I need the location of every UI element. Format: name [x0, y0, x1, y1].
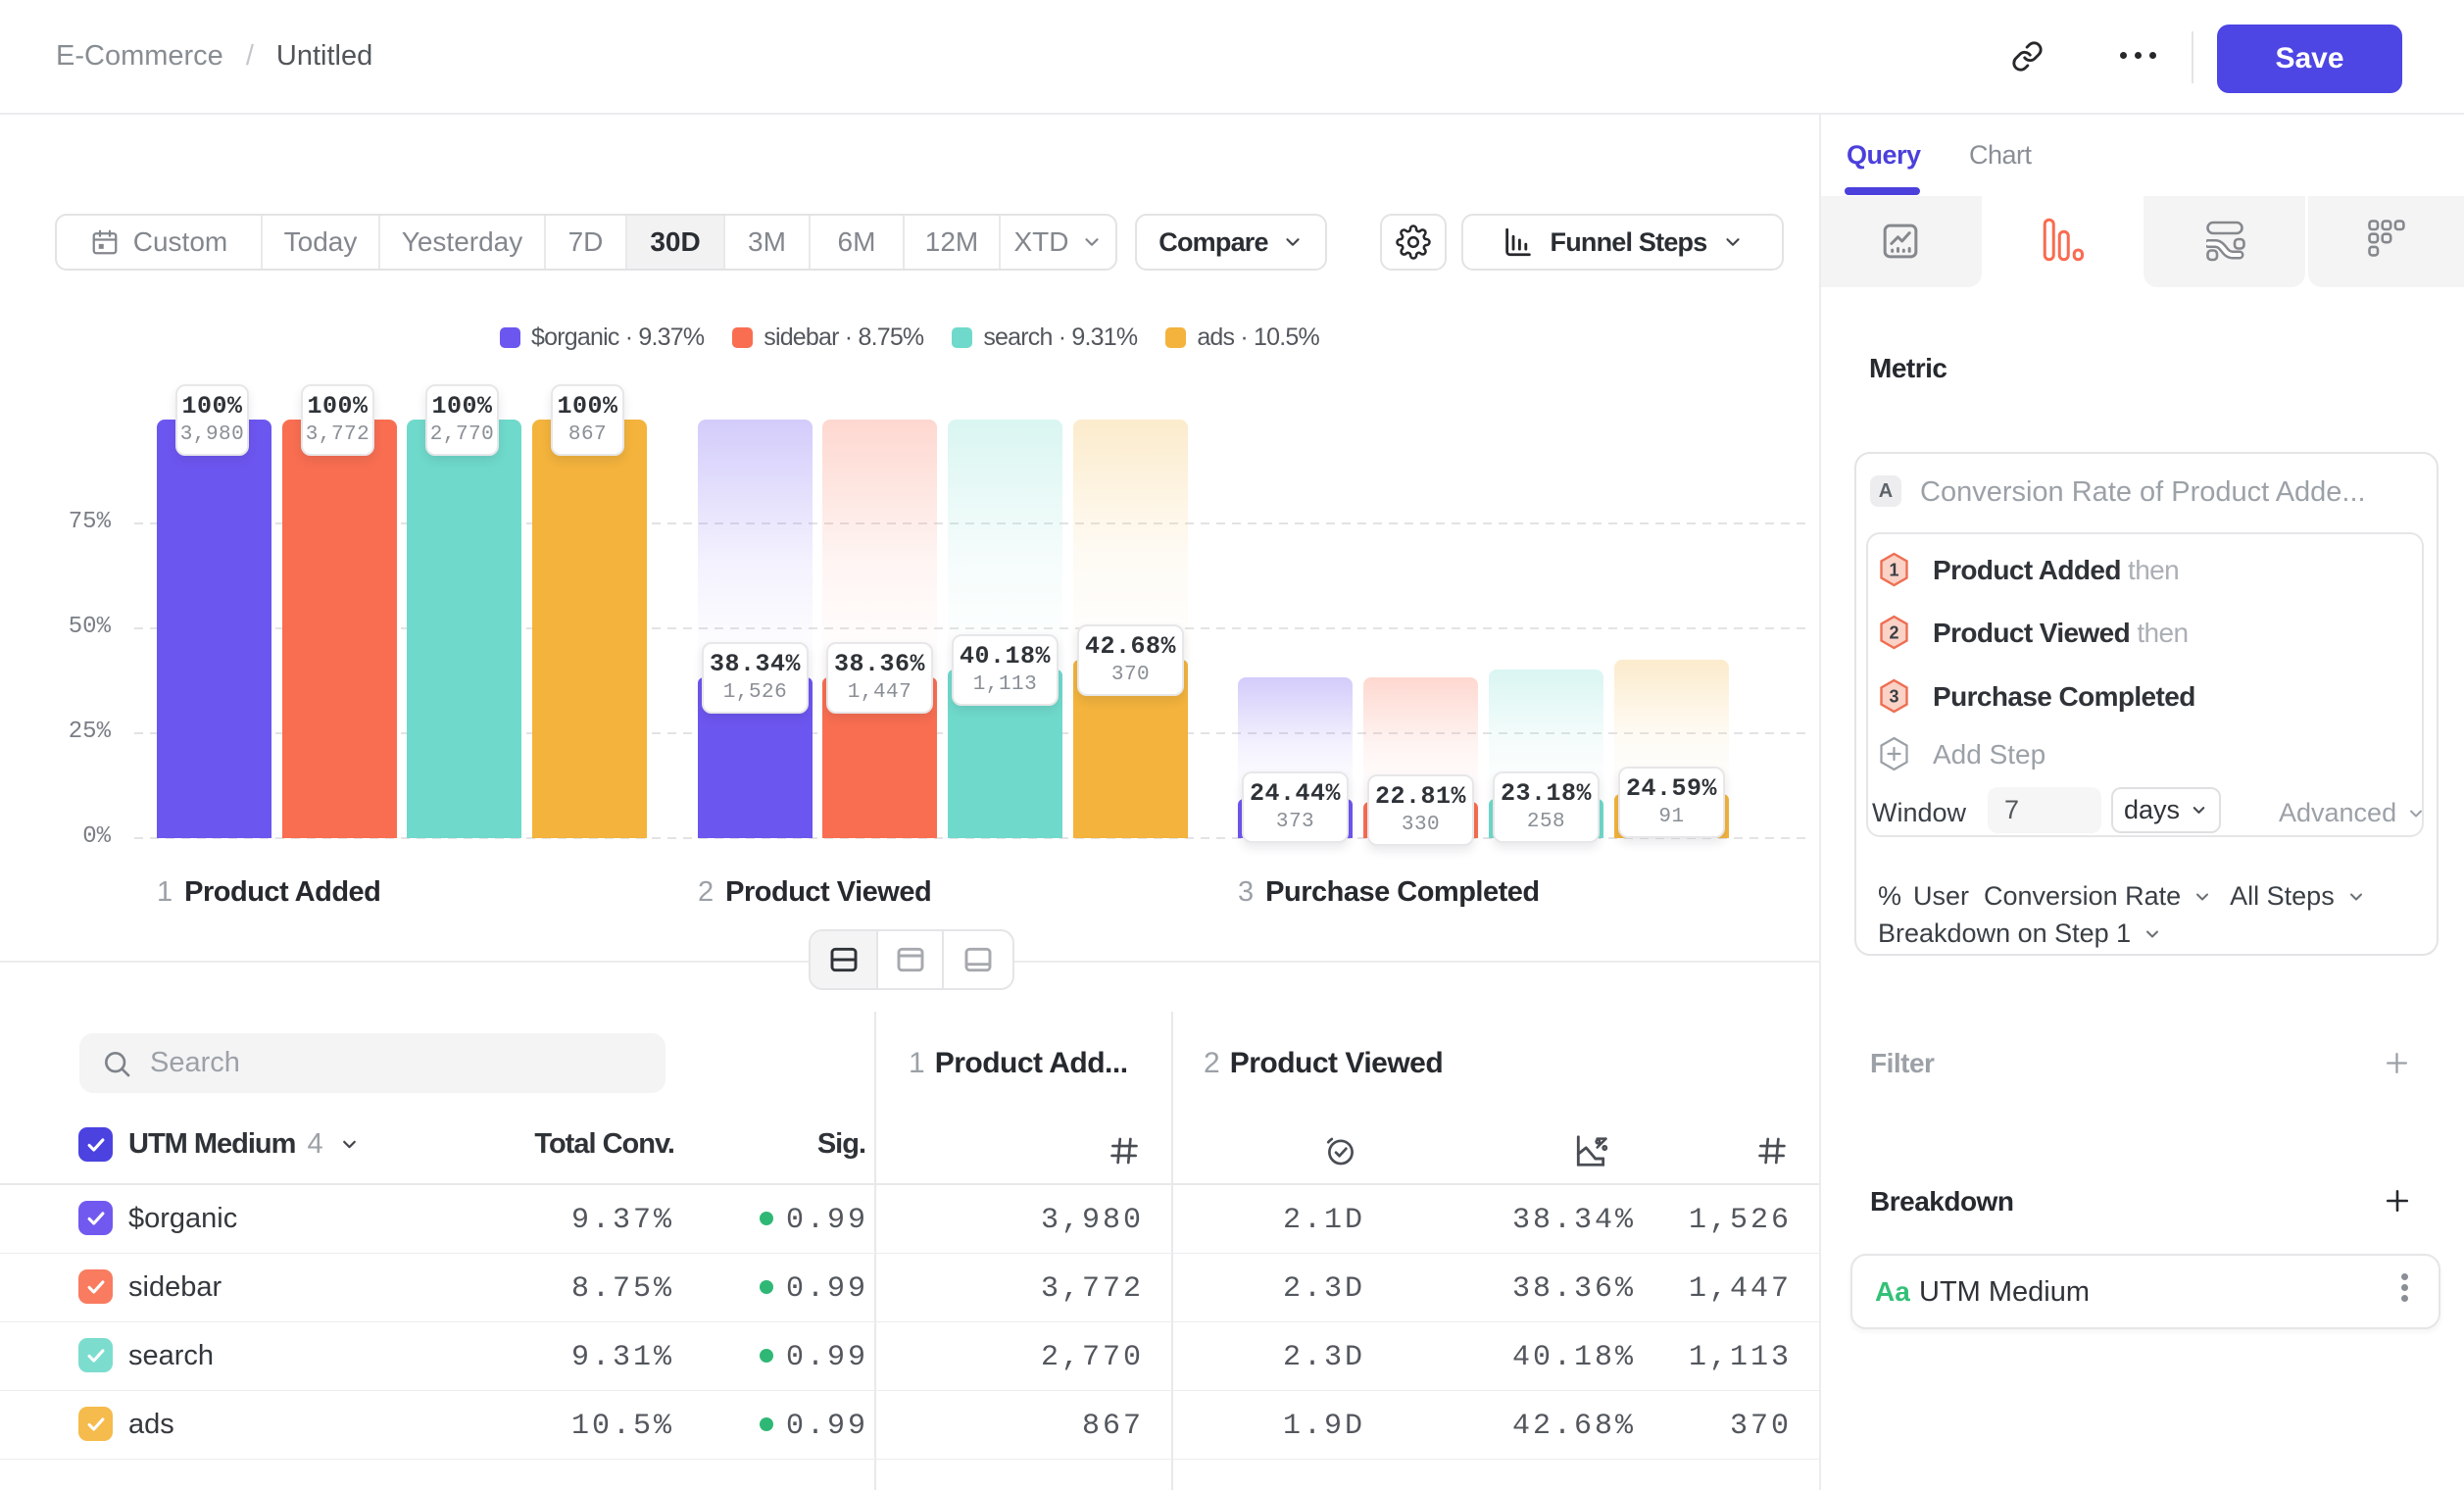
svg-text:3: 3	[1889, 687, 1898, 707]
svg-text:2: 2	[1889, 623, 1898, 643]
svg-text:1: 1	[1889, 561, 1898, 580]
